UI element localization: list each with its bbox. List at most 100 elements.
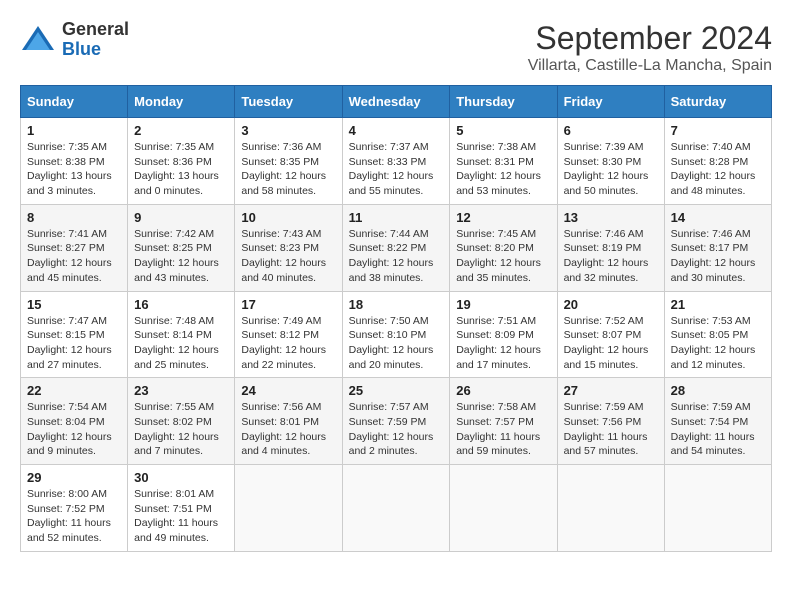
- calendar-day-cell: 28Sunrise: 7:59 AM Sunset: 7:54 PM Dayli…: [664, 378, 771, 465]
- day-number: 14: [671, 210, 765, 225]
- day-info: Sunrise: 7:54 AM Sunset: 8:04 PM Dayligh…: [27, 400, 121, 459]
- day-number: 23: [134, 383, 228, 398]
- calendar-day-cell: 7 Sunrise: 7:40 AM Sunset: 8:28 PM Daylig…: [664, 118, 771, 205]
- page-header: General Blue September 2024 Villarta, Ca…: [20, 20, 772, 75]
- day-info: Sunrise: 7:57 AM Sunset: 7:59 PM Dayligh…: [349, 400, 444, 459]
- weekday-header: Thursday: [450, 86, 557, 118]
- month-title: September 2024: [528, 20, 772, 57]
- day-info: Sunrise: 7:41 AM Sunset: 8:27 PM Dayligh…: [27, 227, 121, 286]
- calendar-day-cell: 6 Sunrise: 7:39 AM Sunset: 8:30 PM Daylig…: [557, 118, 664, 205]
- weekday-header: Monday: [128, 86, 235, 118]
- calendar-day-cell: 15Sunrise: 7:47 AM Sunset: 8:15 PM Dayli…: [21, 291, 128, 378]
- calendar-day-cell: 19 Sunrise: 7:51 AM Sunset: 8:09 PM Dayli…: [450, 291, 557, 378]
- day-info: Sunrise: 7:55 AM Sunset: 8:02 PM Dayligh…: [134, 400, 228, 459]
- calendar-day-cell: 8 Sunrise: 7:41 AM Sunset: 8:27 PM Daylig…: [21, 204, 128, 291]
- day-number: 11: [349, 210, 444, 225]
- day-number: 1: [27, 123, 121, 138]
- day-info: Sunrise: 7:39 AM Sunset: 8:30 PM Dayligh…: [564, 140, 658, 199]
- day-info: Sunrise: 7:47 AM Sunset: 8:15 PM Dayligh…: [27, 314, 121, 373]
- title-block: September 2024 Villarta, Castille-La Man…: [528, 20, 772, 75]
- weekday-header: Sunday: [21, 86, 128, 118]
- calendar-day-cell: 27Sunrise: 7:59 AM Sunset: 7:56 PM Dayli…: [557, 378, 664, 465]
- day-info: Sunrise: 7:43 AM Sunset: 8:23 PM Dayligh…: [241, 227, 335, 286]
- day-number: 19: [456, 297, 550, 312]
- calendar-day-cell: [235, 465, 342, 552]
- calendar-day-cell: 20 Sunrise: 7:52 AM Sunset: 8:07 PM Dayli…: [557, 291, 664, 378]
- calendar-day-cell: 16 Sunrise: 7:48 AM Sunset: 8:14 PM Dayli…: [128, 291, 235, 378]
- calendar-week-row: 22 Sunrise: 7:54 AM Sunset: 8:04 PM Dayli…: [21, 378, 772, 465]
- day-number: 13: [564, 210, 658, 225]
- calendar-day-cell: 5 Sunrise: 7:38 AM Sunset: 8:31 PM Daylig…: [450, 118, 557, 205]
- calendar-day-cell: 9Sunrise: 7:42 AM Sunset: 8:25 PM Daylig…: [128, 204, 235, 291]
- weekday-header: Wednesday: [342, 86, 450, 118]
- day-info: Sunrise: 7:56 AM Sunset: 8:01 PM Dayligh…: [241, 400, 335, 459]
- calendar-day-cell: 13 Sunrise: 7:46 AM Sunset: 8:19 PM Dayli…: [557, 204, 664, 291]
- logo: General Blue: [20, 20, 129, 60]
- calendar-day-cell: 26 Sunrise: 7:58 AM Sunset: 7:57 PM Dayli…: [450, 378, 557, 465]
- calendar-day-cell: 25Sunrise: 7:57 AM Sunset: 7:59 PM Dayli…: [342, 378, 450, 465]
- day-number: 17: [241, 297, 335, 312]
- location: Villarta, Castille-La Mancha, Spain: [528, 57, 772, 75]
- calendar-day-cell: [664, 465, 771, 552]
- day-info: Sunrise: 7:46 AM Sunset: 8:17 PM Dayligh…: [671, 227, 765, 286]
- day-number: 18: [349, 297, 444, 312]
- calendar-day-cell: [342, 465, 450, 552]
- day-number: 6: [564, 123, 658, 138]
- calendar-week-row: 15Sunrise: 7:47 AM Sunset: 8:15 PM Dayli…: [21, 291, 772, 378]
- day-number: 16: [134, 297, 228, 312]
- calendar-day-cell: 29 Sunrise: 8:00 AM Sunset: 7:52 PM Dayli…: [21, 465, 128, 552]
- weekday-header-row: SundayMondayTuesdayWednesdayThursdayFrid…: [21, 86, 772, 118]
- calendar-day-cell: 3Sunrise: 7:36 AM Sunset: 8:35 PM Daylig…: [235, 118, 342, 205]
- day-number: 10: [241, 210, 335, 225]
- day-info: Sunrise: 7:35 AM Sunset: 8:38 PM Dayligh…: [27, 140, 121, 199]
- day-info: Sunrise: 7:46 AM Sunset: 8:19 PM Dayligh…: [564, 227, 658, 286]
- day-info: Sunrise: 7:53 AM Sunset: 8:05 PM Dayligh…: [671, 314, 765, 373]
- calendar-day-cell: 10 Sunrise: 7:43 AM Sunset: 8:23 PM Dayli…: [235, 204, 342, 291]
- calendar-day-cell: 1 Sunrise: 7:35 AM Sunset: 8:38 PM Daylig…: [21, 118, 128, 205]
- calendar-day-cell: 30 Sunrise: 8:01 AM Sunset: 7:51 PM Dayli…: [128, 465, 235, 552]
- day-info: Sunrise: 7:38 AM Sunset: 8:31 PM Dayligh…: [456, 140, 550, 199]
- day-info: Sunrise: 7:59 AM Sunset: 7:56 PM Dayligh…: [564, 400, 658, 459]
- weekday-header: Saturday: [664, 86, 771, 118]
- day-number: 7: [671, 123, 765, 138]
- day-info: Sunrise: 7:51 AM Sunset: 8:09 PM Dayligh…: [456, 314, 550, 373]
- weekday-header: Friday: [557, 86, 664, 118]
- calendar-day-cell: 14 Sunrise: 7:46 AM Sunset: 8:17 PM Dayli…: [664, 204, 771, 291]
- day-info: Sunrise: 8:01 AM Sunset: 7:51 PM Dayligh…: [134, 487, 228, 546]
- day-info: Sunrise: 7:58 AM Sunset: 7:57 PM Dayligh…: [456, 400, 550, 459]
- calendar-day-cell: 23 Sunrise: 7:55 AM Sunset: 8:02 PM Dayli…: [128, 378, 235, 465]
- calendar-day-cell: 24 Sunrise: 7:56 AM Sunset: 8:01 PM Dayli…: [235, 378, 342, 465]
- day-number: 20: [564, 297, 658, 312]
- day-number: 30: [134, 470, 228, 485]
- day-number: 24: [241, 383, 335, 398]
- day-number: 8: [27, 210, 121, 225]
- logo-text: General Blue: [62, 20, 129, 60]
- day-info: Sunrise: 7:35 AM Sunset: 8:36 PM Dayligh…: [134, 140, 228, 199]
- day-number: 12: [456, 210, 550, 225]
- day-info: Sunrise: 7:59 AM Sunset: 7:54 PM Dayligh…: [671, 400, 765, 459]
- calendar-day-cell: 17 Sunrise: 7:49 AM Sunset: 8:12 PM Dayli…: [235, 291, 342, 378]
- day-number: 21: [671, 297, 765, 312]
- calendar-week-row: 29 Sunrise: 8:00 AM Sunset: 7:52 PM Dayli…: [21, 465, 772, 552]
- day-number: 26: [456, 383, 550, 398]
- day-number: 4: [349, 123, 444, 138]
- day-number: 5: [456, 123, 550, 138]
- calendar-day-cell: 12Sunrise: 7:45 AM Sunset: 8:20 PM Dayli…: [450, 204, 557, 291]
- calendar-day-cell: [450, 465, 557, 552]
- day-info: Sunrise: 7:48 AM Sunset: 8:14 PM Dayligh…: [134, 314, 228, 373]
- day-info: Sunrise: 8:00 AM Sunset: 7:52 PM Dayligh…: [27, 487, 121, 546]
- calendar-week-row: 1 Sunrise: 7:35 AM Sunset: 8:38 PM Daylig…: [21, 118, 772, 205]
- day-info: Sunrise: 7:44 AM Sunset: 8:22 PM Dayligh…: [349, 227, 444, 286]
- calendar-day-cell: 21 Sunrise: 7:53 AM Sunset: 8:05 PM Dayli…: [664, 291, 771, 378]
- weekday-header: Tuesday: [235, 86, 342, 118]
- day-number: 29: [27, 470, 121, 485]
- day-info: Sunrise: 7:40 AM Sunset: 8:28 PM Dayligh…: [671, 140, 765, 199]
- day-info: Sunrise: 7:52 AM Sunset: 8:07 PM Dayligh…: [564, 314, 658, 373]
- day-number: 3: [241, 123, 335, 138]
- day-number: 22: [27, 383, 121, 398]
- logo-icon: [20, 22, 56, 58]
- calendar-day-cell: 4Sunrise: 7:37 AM Sunset: 8:33 PM Daylig…: [342, 118, 450, 205]
- calendar-day-cell: 11 Sunrise: 7:44 AM Sunset: 8:22 PM Dayli…: [342, 204, 450, 291]
- calendar-day-cell: 22 Sunrise: 7:54 AM Sunset: 8:04 PM Dayli…: [21, 378, 128, 465]
- day-info: Sunrise: 7:49 AM Sunset: 8:12 PM Dayligh…: [241, 314, 335, 373]
